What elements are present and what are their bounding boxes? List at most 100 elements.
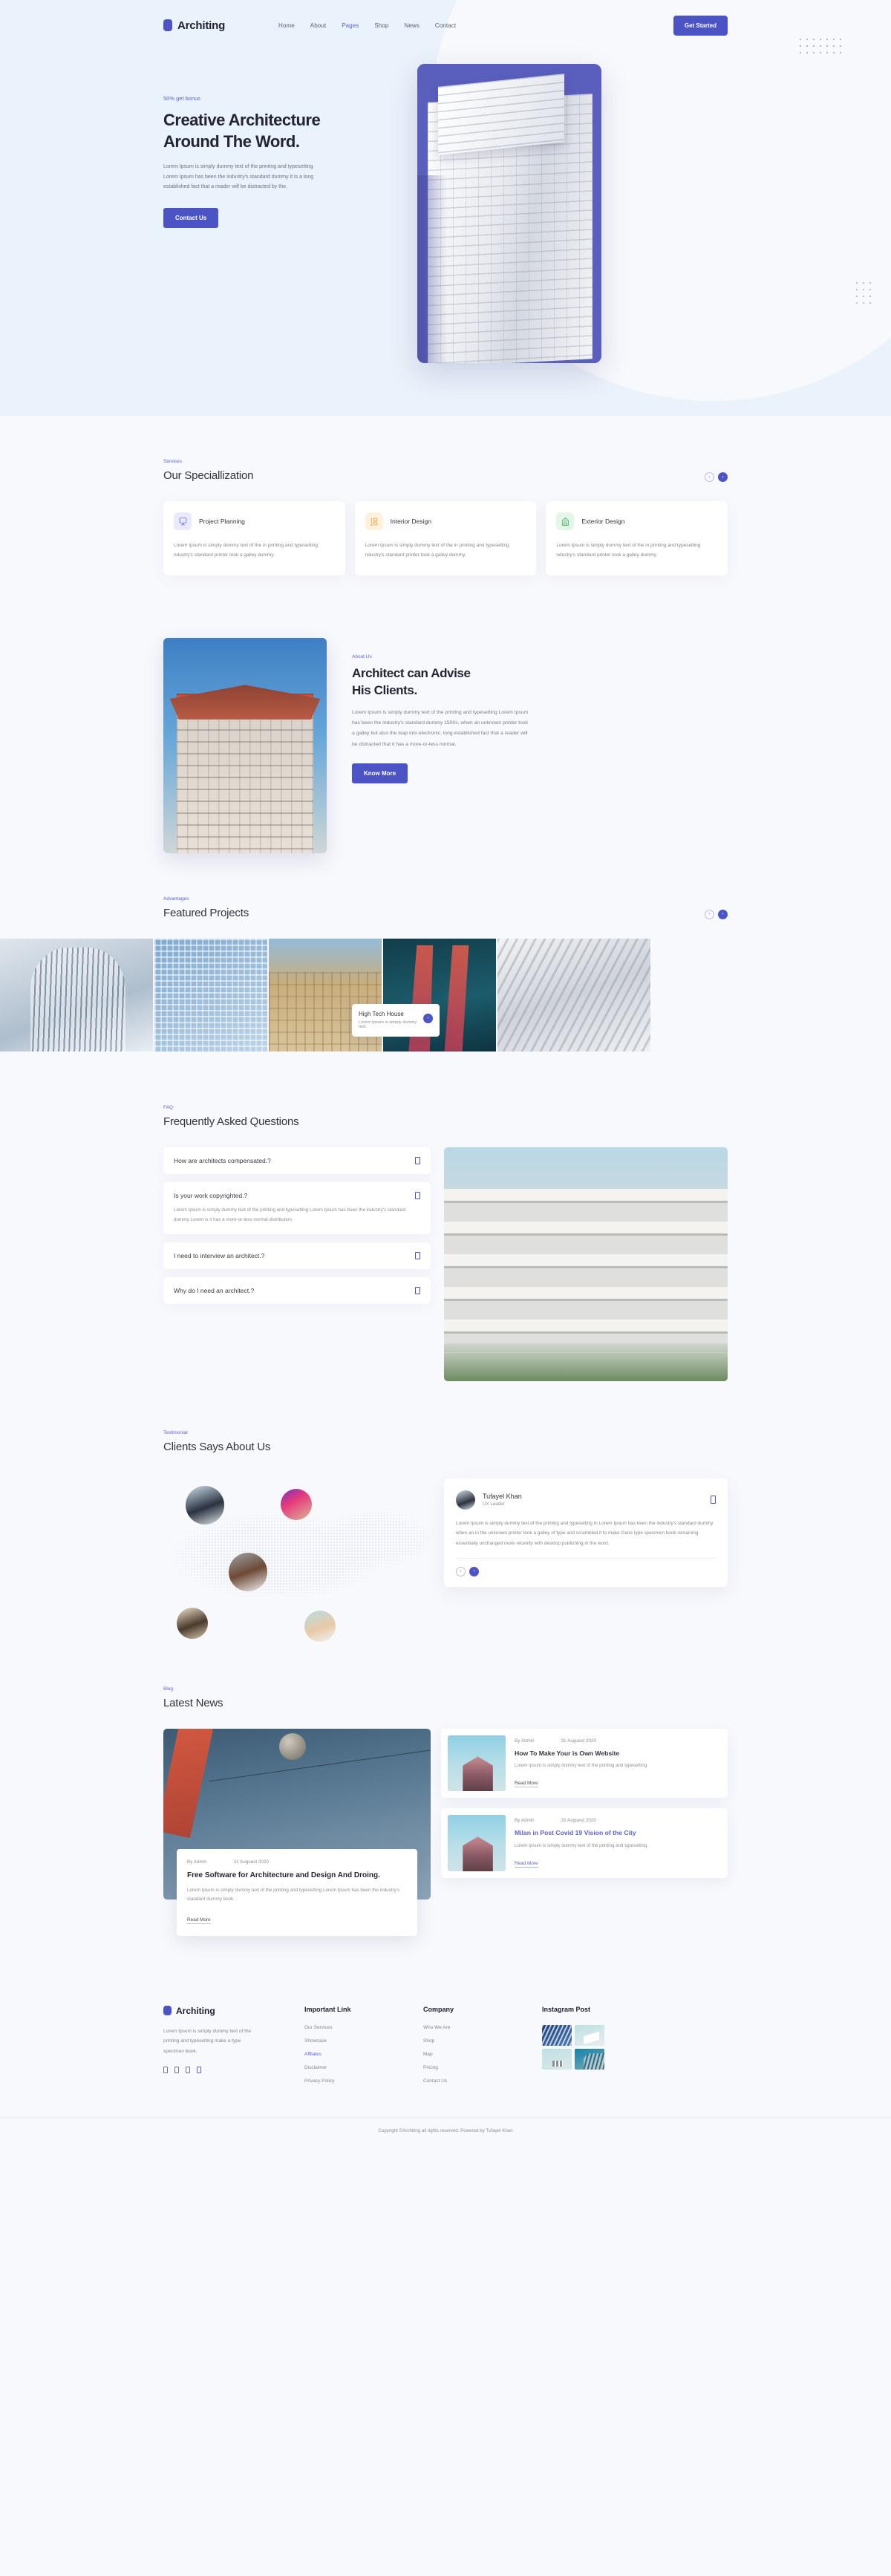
faq-item[interactable]: How are architects compensated.?: [163, 1147, 431, 1174]
read-more-link[interactable]: Read More: [515, 1781, 538, 1788]
avatar[interactable]: [281, 1488, 312, 1520]
faq-item[interactable]: Why do I need an architect.?: [163, 1277, 431, 1305]
footer-company-column: Company Who We Are Shop Map Pricing Cont…: [423, 2006, 542, 2092]
featured-prev-button[interactable]: ‹: [705, 909, 714, 919]
faq-building-image: [444, 1147, 728, 1381]
logo-mark-icon: [163, 2006, 172, 2016]
footer-logo[interactable]: Architing: [163, 2006, 304, 2016]
faq-question: How are architects compensated.?: [174, 1156, 271, 1164]
services-card-grid: Project Planning Lorem Ipsum is simply d…: [163, 501, 728, 575]
nav-item-home[interactable]: Home: [278, 22, 295, 29]
service-text: Lorem Ipsum is simply dummy text of the …: [174, 543, 319, 558]
footer-link-affliates[interactable]: Affliates: [304, 2052, 423, 2057]
quote-icon: [711, 1496, 716, 1504]
services-prev-button[interactable]: ‹: [705, 472, 714, 482]
faq-accordion: How are architects compensated.? Is your…: [163, 1147, 431, 1305]
testimonial-section: Testimonial Clients Says About Us Tufaye…: [163, 1381, 728, 1642]
avatar[interactable]: [186, 1485, 224, 1525]
featured-project-arrow-icon[interactable]: ›: [423, 1013, 433, 1023]
blog-post-item[interactable]: By Admin 31 Auguest 2020 How To Make You…: [441, 1728, 728, 1799]
services-next-button[interactable]: ›: [718, 472, 728, 482]
read-more-link[interactable]: Read More: [515, 1861, 538, 1868]
blog-author: By Admin: [515, 1738, 535, 1744]
service-title: Interior Design: [390, 518, 431, 525]
faq-question: I need to interview an architect.?: [174, 1252, 265, 1260]
testimonial-next-button[interactable]: ›: [469, 1566, 479, 1576]
services-header: Services Our Speciallization ‹ ›: [163, 459, 728, 482]
blog-featured-post[interactable]: By Admin 31 Auguest 2020 Free Software f…: [163, 1728, 431, 1936]
services-carousel-controls: ‹ ›: [705, 472, 728, 482]
nav-item-shop[interactable]: Shop: [374, 22, 388, 29]
chevron-up-icon[interactable]: [415, 1191, 420, 1199]
featured-carousel-controls: ‹ ›: [705, 909, 728, 919]
instagram-post-thumbnail[interactable]: [575, 2024, 604, 2046]
contact-us-button[interactable]: Contact Us: [163, 207, 219, 228]
chevron-down-icon[interactable]: [415, 1156, 420, 1164]
faq-item[interactable]: I need to interview an architect.?: [163, 1242, 431, 1270]
faq-section: FAQ Frequently Asked Questions How are a…: [163, 1051, 728, 1381]
featured-image-2[interactable]: [154, 938, 267, 1051]
brand-logo[interactable]: Architing: [163, 19, 225, 32]
featured-title: Featured Projects: [163, 906, 249, 919]
footer-link-privacy-policy[interactable]: Privacy Policy: [304, 2078, 423, 2084]
featured-next-button[interactable]: ›: [718, 909, 728, 919]
footer-link-shop[interactable]: Shop: [423, 2038, 542, 2044]
services-title: Our Speciallization: [163, 469, 254, 482]
footer-link-map[interactable]: Map: [423, 2052, 542, 2057]
hero-copy: 50% get bonus Creative Architecture Arou…: [163, 64, 386, 363]
chevron-down-icon[interactable]: [415, 1287, 420, 1295]
instagram-icon[interactable]: [186, 2066, 190, 2073]
nav-item-about[interactable]: About: [310, 22, 326, 29]
faq-item[interactable]: Is your work copyrighted.? Lorem Ipsum i…: [163, 1181, 431, 1235]
twitter-icon[interactable]: [174, 2066, 179, 2073]
building-illustration: [417, 64, 601, 363]
blog-post-excerpt: Lorem Ipsum is simply dummy text of the …: [187, 1887, 400, 1902]
tower-shape: [463, 1836, 493, 1872]
know-more-button[interactable]: Know More: [352, 763, 408, 783]
featured-project-title: High Tech House: [359, 1010, 404, 1017]
footer-link-contact-us[interactable]: Contact Us: [423, 2078, 542, 2084]
avatar[interactable]: [177, 1607, 208, 1639]
linkedin-icon[interactable]: [197, 2066, 201, 2073]
instagram-post-thumbnail[interactable]: [575, 2048, 604, 2070]
blog-header: Blog Latest News: [163, 1686, 728, 1709]
testimonial-title: Clients Says About Us: [163, 1440, 271, 1453]
hero-title-line2: Around The Word.: [163, 132, 300, 151]
testimonial-author-role: UX Leader: [483, 1501, 505, 1507]
footer-important-link-column: Important Link Our Services Showcase Aff…: [304, 2006, 423, 2092]
avatar[interactable]: [229, 1552, 267, 1591]
featured-image-1[interactable]: [0, 938, 153, 1051]
footer-link-pricing[interactable]: Pricing: [423, 2065, 542, 2070]
nav-item-pages[interactable]: Pages: [342, 22, 359, 29]
hero-image-panel: [417, 64, 601, 363]
nav-item-contact[interactable]: Contact: [435, 22, 456, 29]
chevron-down-icon[interactable]: [415, 1252, 420, 1260]
footer-link-our-services[interactable]: Our Services: [304, 2025, 423, 2030]
faq-answer: Lorem Ipsum is simply dummy text of the …: [174, 1207, 406, 1222]
read-more-link[interactable]: Read More: [187, 1917, 211, 1924]
featured-project-card[interactable]: High Tech House Lorem Ipsum is simply du…: [352, 1003, 440, 1037]
featured-image-5[interactable]: [497, 938, 650, 1051]
balcony-slabs-layer: [444, 1189, 728, 1353]
facebook-icon[interactable]: [163, 2066, 168, 2073]
blog-eyebrow: Blog: [163, 1686, 174, 1692]
footer-brand-column: Architing Lorem Ipsum is simply dummy te…: [163, 2006, 304, 2092]
about-title: Architect can Advise His Clients.: [352, 665, 530, 699]
testimonial-prev-button[interactable]: ‹: [456, 1566, 466, 1576]
service-card[interactable]: Interior Design Lorem Ipsum is simply du…: [354, 501, 537, 575]
footer-link-who-we-are[interactable]: Who We Are: [423, 2025, 542, 2030]
nav-item-news[interactable]: News: [404, 22, 419, 29]
footer-link-disclaimer[interactable]: Disclaimer: [304, 2065, 423, 2070]
instagram-post-thumbnail[interactable]: [542, 2048, 572, 2070]
shadow-layer: [417, 175, 447, 363]
footer-link-showcase[interactable]: Showcase: [304, 2038, 423, 2044]
client-avatar-cluster: [163, 1473, 431, 1642]
get-started-button[interactable]: Get Started: [673, 15, 728, 36]
service-card[interactable]: Exterior Design Lorem Ipsum is simply du…: [546, 501, 728, 575]
service-title: Project Planning: [199, 518, 245, 525]
service-card[interactable]: Project Planning Lorem Ipsum is simply d…: [163, 501, 345, 575]
blog-post-excerpt: Lorem Ipsum is simply dummy text of the …: [515, 1763, 648, 1769]
blog-post-item[interactable]: By Admin 31 Auguest 2020 Milan in Post C…: [441, 1808, 728, 1879]
blog-side-list: By Admin 31 Auguest 2020 How To Make You…: [441, 1728, 728, 1879]
instagram-post-thumbnail[interactable]: [542, 2024, 572, 2046]
